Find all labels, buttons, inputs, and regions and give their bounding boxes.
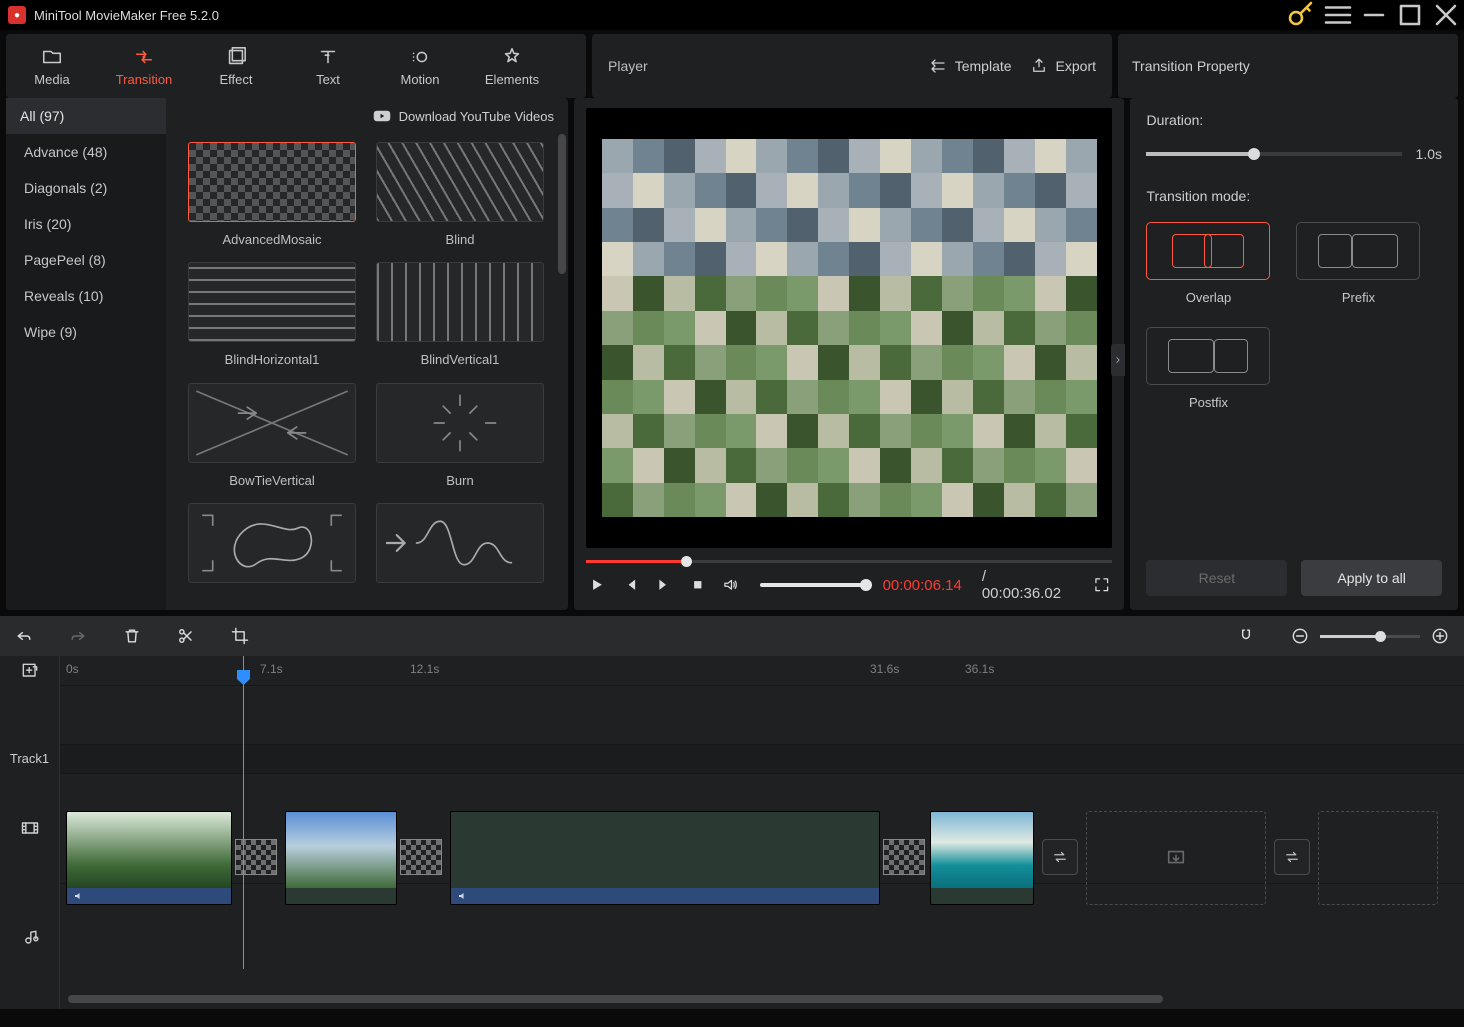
track-spacer — [0, 685, 59, 744]
player-header: Player Template Export — [592, 34, 1112, 98]
tab-transition[interactable]: Transition — [98, 37, 190, 95]
transition-item[interactable]: Blind — [376, 142, 544, 256]
apply-to-all-button[interactable]: Apply to all — [1301, 560, 1442, 596]
transition-item[interactable]: BowTieVertical — [188, 383, 356, 497]
drop-zone-1[interactable] — [1086, 811, 1266, 905]
export-button[interactable]: Export — [1030, 57, 1096, 75]
fullscreen-icon[interactable] — [1093, 576, 1111, 594]
category-sidebar: All (97) Advance (48) Diagonals (2) Iris… — [6, 98, 166, 610]
add-track-icon[interactable] — [0, 656, 59, 685]
prev-frame-icon[interactable] — [622, 576, 640, 594]
ribbon-tabs: Media Transition Effect Text Motion Elem… — [6, 34, 586, 98]
time-ruler[interactable]: 0s 7.1s 12.1s 31.6s 36.1s — [60, 656, 1464, 685]
property-header: Transition Property — [1118, 34, 1458, 98]
volume-slider[interactable] — [760, 583, 867, 587]
playhead[interactable] — [243, 656, 244, 969]
delete-icon[interactable] — [122, 626, 142, 646]
download-youtube-link[interactable]: Download YouTube Videos — [166, 98, 568, 134]
license-key-icon[interactable] — [1284, 0, 1320, 30]
audio-track-icon — [0, 883, 59, 993]
close-icon[interactable] — [1428, 0, 1464, 30]
reset-button[interactable]: Reset — [1146, 560, 1287, 596]
preview-canvas — [586, 108, 1112, 548]
timeline-hscroll[interactable] — [68, 995, 1163, 1003]
transition-item[interactable]: Burn — [376, 383, 544, 497]
transition-item[interactable]: AdvancedMosaic — [188, 142, 356, 256]
mode-postfix[interactable]: Postfix — [1146, 327, 1270, 410]
category-wipe[interactable]: Wipe (9) — [6, 314, 166, 350]
category-diagonals[interactable]: Diagonals (2) — [6, 170, 166, 206]
player-panel: 00:00:06.14 / 00:00:36.02 — [574, 98, 1124, 610]
app-title: MiniTool MovieMaker Free 5.2.0 — [34, 8, 1284, 23]
swap-icon-1[interactable] — [1042, 839, 1078, 875]
volume-icon[interactable] — [722, 576, 740, 594]
tab-media[interactable]: Media — [6, 37, 98, 95]
next-frame-icon[interactable] — [655, 576, 673, 594]
undo-icon[interactable] — [14, 626, 34, 646]
swap-icon-2[interactable] — [1274, 839, 1310, 875]
mode-prefix[interactable]: Prefix — [1296, 222, 1420, 305]
redo-icon[interactable] — [68, 626, 88, 646]
transition-1[interactable] — [235, 839, 277, 875]
tab-elements[interactable]: Elements — [466, 37, 558, 95]
zoom-in-icon[interactable] — [1430, 626, 1450, 646]
transition-item[interactable] — [376, 503, 544, 602]
drop-zone-2[interactable] — [1318, 811, 1438, 905]
clip-4[interactable] — [930, 811, 1034, 905]
seek-bar[interactable] — [586, 554, 1112, 568]
player-title: Player — [608, 58, 911, 74]
mode-label: Transition mode: — [1146, 188, 1442, 204]
video-track-icon — [0, 773, 59, 883]
template-button[interactable]: Template — [929, 57, 1012, 75]
split-icon[interactable] — [176, 626, 196, 646]
duration-slider[interactable] — [1146, 152, 1401, 156]
transition-item[interactable]: BlindVertical1 — [376, 262, 544, 376]
crop-icon[interactable] — [230, 626, 250, 646]
tab-motion[interactable]: Motion — [374, 37, 466, 95]
transition-browser: All (97) Advance (48) Diagonals (2) Iris… — [6, 98, 568, 610]
category-reveals[interactable]: Reveals (10) — [6, 278, 166, 314]
zoom-out-icon[interactable] — [1290, 626, 1310, 646]
timecode-total: / 00:00:36.02 — [982, 568, 1067, 602]
stop-icon[interactable] — [689, 576, 707, 594]
transition-3[interactable] — [883, 839, 925, 875]
minimize-icon[interactable] — [1356, 0, 1392, 30]
title-bar: ● MiniTool MovieMaker Free 5.2.0 — [0, 0, 1464, 30]
track-label: Track1 — [0, 744, 59, 773]
tab-text[interactable]: Text — [282, 37, 374, 95]
snap-icon[interactable] — [1236, 626, 1256, 646]
duration-value: 1.0s — [1416, 146, 1442, 162]
app-logo: ● — [8, 6, 26, 24]
category-advance[interactable]: Advance (48) — [6, 134, 166, 170]
transition-item[interactable] — [188, 503, 356, 602]
timeline: Track1 0s 7.1s 12.1s 31.6s 36.1s — [0, 656, 1464, 1009]
transition-2[interactable] — [400, 839, 442, 875]
zoom-slider[interactable] — [1320, 635, 1420, 638]
menu-icon[interactable] — [1320, 0, 1356, 30]
clip-1[interactable] — [66, 811, 232, 905]
play-icon[interactable] — [588, 576, 606, 594]
duration-label: Duration: — [1146, 112, 1442, 128]
transition-item[interactable]: BlindHorizontal1 — [188, 262, 356, 376]
clip-2[interactable] — [285, 811, 397, 905]
category-all[interactable]: All (97) — [6, 98, 166, 134]
clip-3[interactable] — [450, 811, 880, 905]
maximize-icon[interactable] — [1392, 0, 1428, 30]
category-pagepeel[interactable]: PagePeel (8) — [6, 242, 166, 278]
category-iris[interactable]: Iris (20) — [6, 206, 166, 242]
property-panel: Duration: 1.0s Transition mode: Overlap … — [1130, 98, 1458, 610]
expand-panel-icon[interactable] — [1111, 344, 1125, 376]
timecode-current: 00:00:06.14 — [883, 577, 962, 594]
browser-vscroll[interactable] — [558, 134, 566, 274]
timeline-toolbar — [0, 616, 1464, 656]
mode-overlap[interactable]: Overlap — [1146, 222, 1270, 305]
tab-effect[interactable]: Effect — [190, 37, 282, 95]
